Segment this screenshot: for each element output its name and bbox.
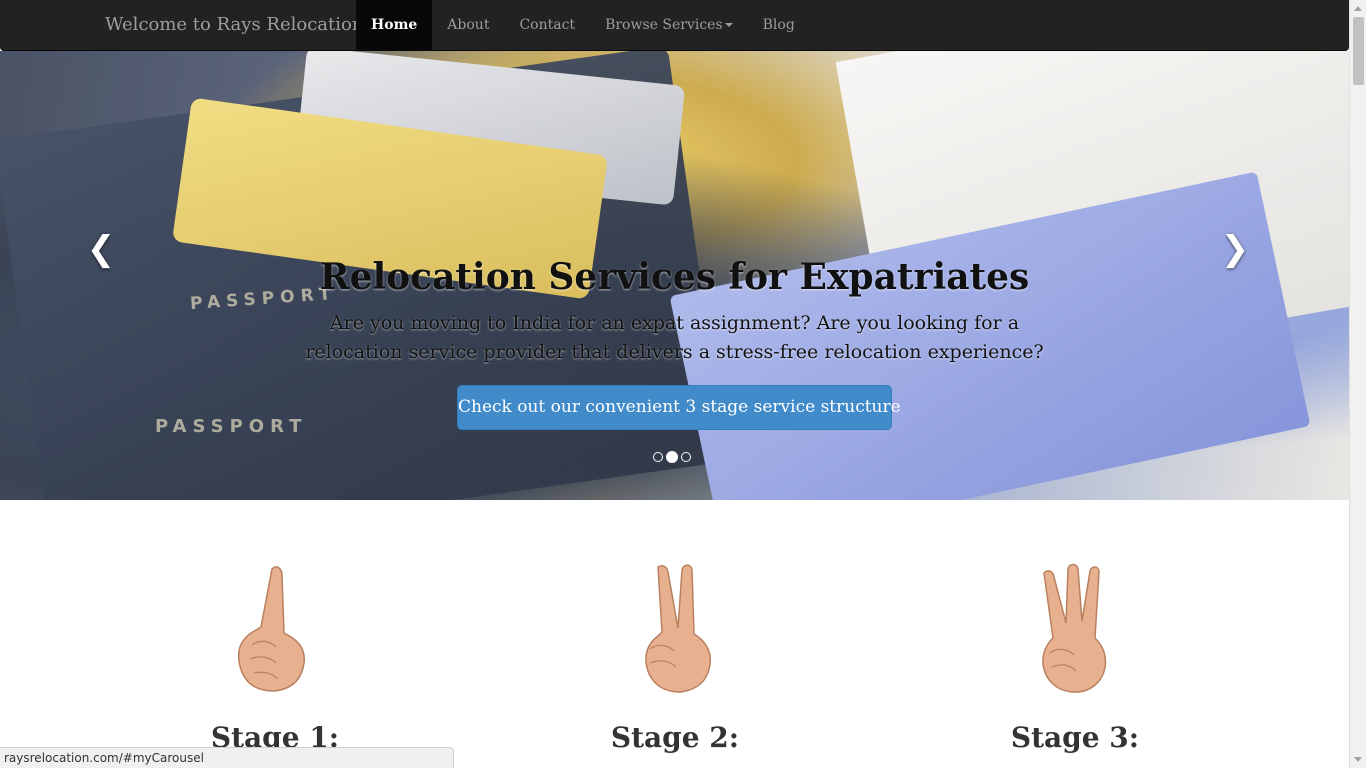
site-brand[interactable]: Welcome to Rays Relocations [105,14,373,35]
top-navbar: Welcome to Rays Relocations Home About C… [0,0,1349,51]
nav-home[interactable]: Home [356,0,433,50]
three-fingers-hand-icon [1042,563,1107,693]
carousel-indicator[interactable] [681,452,691,462]
scroll-up-icon[interactable] [1354,6,1362,11]
vertical-scrollbar[interactable] [1349,0,1366,768]
stage-structure-button[interactable]: Check out our convenient 3 stage service… [457,385,901,430]
carousel-indicators [653,451,691,463]
caret-down-icon [724,23,733,27]
nav-about[interactable]: About [432,0,504,50]
browser-status-bar: raysrelocation.com/#myCarousel [0,747,454,768]
stage-two: Stage 2: [550,563,800,754]
one-finger-hand-icon [237,566,305,692]
stage-title: Stage 2: [610,721,740,754]
hero-carousel: PASSPORT PASSPORT ❮ ❯ Relocation Service… [0,51,1349,500]
two-fingers-hand-icon [645,564,712,693]
carousel-indicator-active[interactable] [666,451,678,463]
nav-browse-services-label: Browse Services [605,17,723,33]
main-nav: Home About Contact Browse Services Blog [356,0,810,50]
stage-title: Stage 3: [1010,721,1140,754]
nav-blog[interactable]: Blog [748,0,810,50]
scroll-down-icon[interactable] [1354,757,1362,762]
stage-one: Stage 1: [150,563,400,754]
stage-three: Stage 3: [950,563,1200,754]
carousel-description: Are you moving to India for an expat ass… [305,312,1044,363]
carousel-indicator[interactable] [653,452,663,462]
carousel-title: Relocation Services for Expatriates [319,256,1030,298]
nav-contact[interactable]: Contact [504,0,590,50]
scrollbar-thumb[interactable] [1353,17,1364,85]
nav-browse-services[interactable]: Browse Services [590,0,748,50]
